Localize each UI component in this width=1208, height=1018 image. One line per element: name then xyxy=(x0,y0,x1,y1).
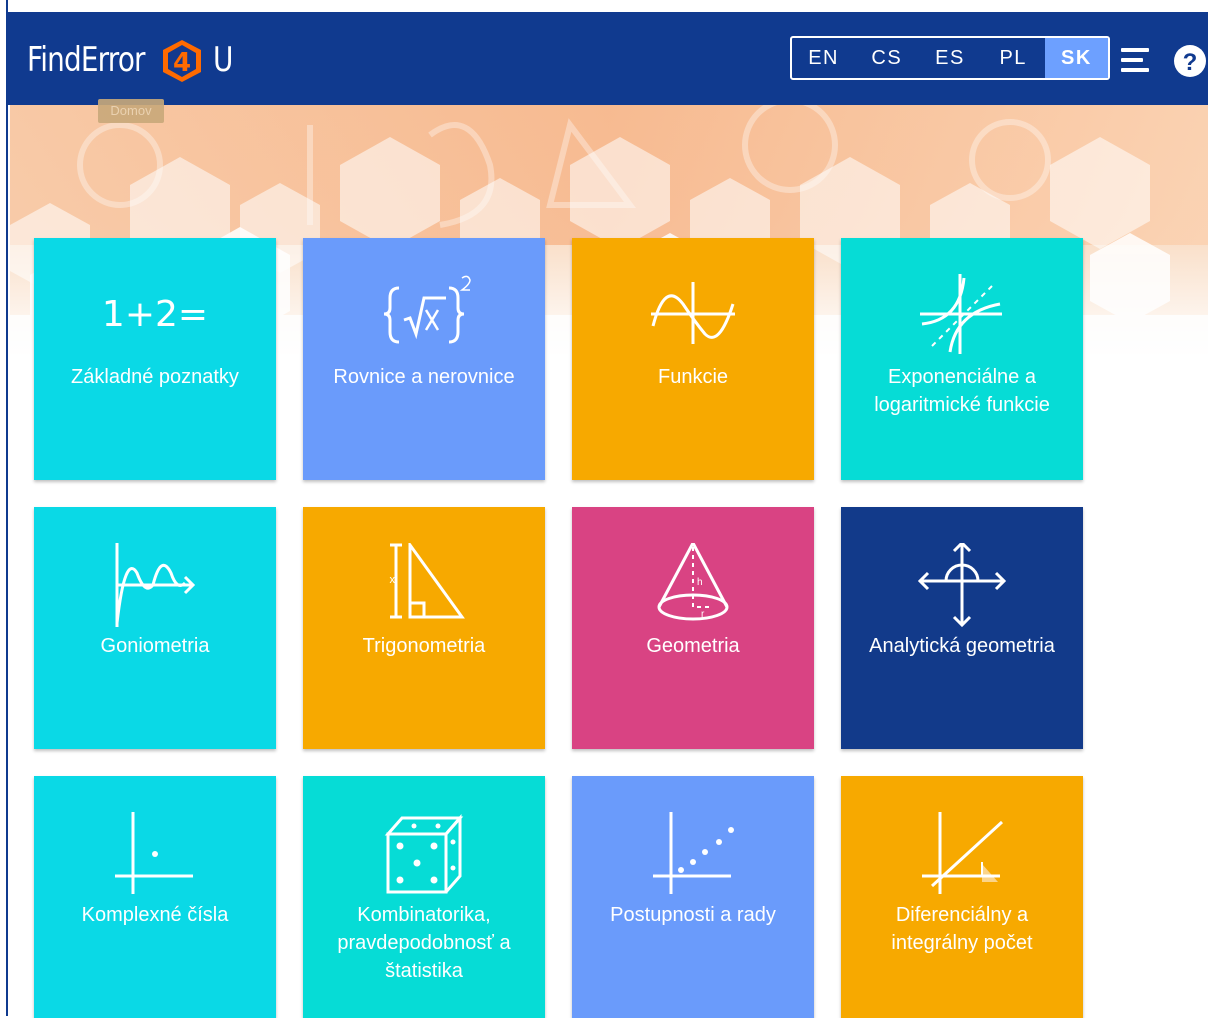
top-navigation-bar: FindError 4 U EN CS ES PL SK ? xyxy=(8,12,1208,105)
sine-function-icon xyxy=(651,282,735,344)
language-sk[interactable]: SK xyxy=(1044,38,1108,78)
tile-icon-text: 1+2= xyxy=(102,294,208,335)
tile-label: Analytická geometria xyxy=(869,635,1055,657)
language-pl[interactable]: PL xyxy=(982,38,1045,78)
tile-exponencialne-a-logaritmicke-funkcie[interactable]: Exponenciálne a logaritmické funkcie xyxy=(841,238,1083,480)
svg-text:x: x xyxy=(390,574,396,586)
tile-label: Funkcie xyxy=(657,366,729,388)
tile-goniometria[interactable]: Goniometria xyxy=(34,507,276,749)
tile-label: Goniometria xyxy=(100,635,210,657)
page-left-border xyxy=(0,0,8,1016)
tile-rovnice-a-nerovnice[interactable]: Rovnice a nerovnice xyxy=(303,238,545,480)
root-braces-icon xyxy=(383,275,471,344)
cone-icon: h r xyxy=(657,543,729,621)
logo-text: FindError xyxy=(27,40,146,80)
sequence-dots-icon xyxy=(653,812,734,894)
tile-diferencialny-a-integralny-pocet[interactable]: Diferenciálny a integrálny počet xyxy=(841,776,1083,1018)
logo-suffix: U xyxy=(213,40,234,80)
tile-label: Geometria xyxy=(646,635,740,657)
tile-icon-container xyxy=(303,274,545,364)
wave-arrow-icon xyxy=(115,543,196,627)
tile-label: Diferenciálny a integrálny počet xyxy=(891,904,1033,954)
tile-icon-container xyxy=(34,812,276,902)
tile-geometria[interactable]: h r Geometria xyxy=(572,507,814,749)
tile-icon-container xyxy=(841,812,1083,902)
tile-icon-container: h r xyxy=(572,543,814,633)
tile-label: Rovnice a nerovnice xyxy=(333,366,515,388)
language-switcher: EN CS ES PL SK xyxy=(790,36,1110,80)
tile-label: Základné poznatky xyxy=(71,366,239,388)
axes-circle-icon xyxy=(917,543,1007,628)
svg-text:h: h xyxy=(697,577,703,588)
logo-hexagon-icon: 4 xyxy=(163,40,201,82)
tile-label: Kombinatorika, pravdepodobnosť a štatist… xyxy=(337,904,511,982)
language-es[interactable]: ES xyxy=(918,38,981,78)
tile-zakladne-poznatky[interactable]: 1+2= Základné poznatky xyxy=(34,238,276,480)
tile-kombinatorika[interactable]: Kombinatorika, pravdepodobnosť a štatist… xyxy=(303,776,545,1018)
tile-icon-container xyxy=(303,812,545,902)
tile-label: Trigonometria xyxy=(362,635,486,657)
logo-number: 4 xyxy=(173,48,191,78)
tile-postupnosti-a-rady[interactable]: Postupnosti a rady xyxy=(572,776,814,1018)
home-tooltip: Domov xyxy=(98,99,164,123)
triangle-icon: x xyxy=(390,543,465,619)
svg-text:?: ? xyxy=(1183,49,1198,76)
hamburger-menu-icon[interactable] xyxy=(1121,47,1151,73)
tile-icon-container xyxy=(34,543,276,633)
dice-icon xyxy=(384,814,464,894)
tile-icon-container: 1+2= xyxy=(34,274,276,364)
tile-analyticka-geometria[interactable]: Analytická geometria xyxy=(841,507,1083,749)
logo[interactable]: FindError 4 U xyxy=(27,38,233,82)
complex-plane-icon xyxy=(115,812,193,894)
tile-icon-container xyxy=(841,274,1083,364)
tile-komplexne-cisla[interactable]: Komplexné čísla xyxy=(34,776,276,1018)
tile-trigonometria[interactable]: x Trigonometria xyxy=(303,507,545,749)
tile-funkcie[interactable]: Funkcie xyxy=(572,238,814,480)
tile-icon-container: x xyxy=(303,543,545,633)
tile-icon-container xyxy=(841,543,1083,633)
language-en[interactable]: EN xyxy=(792,38,855,78)
integral-area-icon xyxy=(922,812,1004,894)
tile-icon-container xyxy=(572,812,814,902)
tile-label: Komplexné čísla xyxy=(81,904,229,926)
tile-label: Exponenciálne a logaritmické funkcie xyxy=(874,366,1050,416)
exp-log-graph-icon xyxy=(920,274,1002,354)
one-plus-two-icon: 1+2= xyxy=(102,294,208,335)
language-cs[interactable]: CS xyxy=(855,38,918,78)
tile-label: Postupnosti a rady xyxy=(610,904,776,926)
question-circle-icon[interactable]: ? xyxy=(1173,44,1207,78)
tile-icon-container xyxy=(572,274,814,364)
